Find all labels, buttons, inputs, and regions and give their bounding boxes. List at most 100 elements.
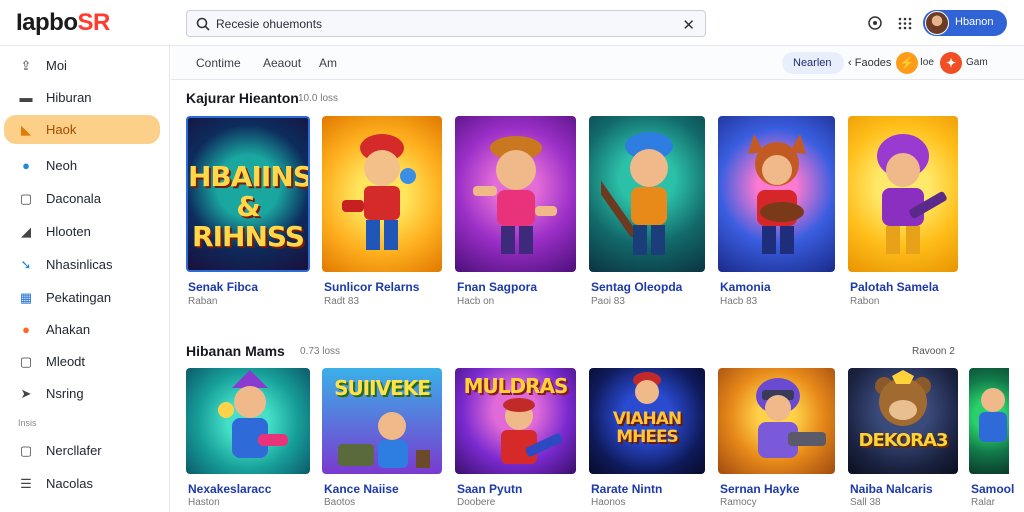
game-art-title: SUIIVEKE [334,376,431,400]
see-all-link[interactable]: Ravoon 2 [912,346,955,357]
game-thumbnail: DEKORA3 [848,368,958,474]
sidebar-item-neoh[interactable]: ● Neoh [4,151,160,180]
game-thumbnail [718,116,835,272]
character-art [979,388,1007,442]
character-art [875,370,931,426]
game-title[interactable]: Saan Pyutn [457,482,522,496]
sidebar-item-pekatingan[interactable]: ▦ Pekatingan [4,283,160,312]
character-art [877,134,947,254]
search-value: Recesie ohuemonts [216,17,323,31]
sidebar-item-haok[interactable]: ◣ Haok [4,115,160,144]
game-art-title: HBAIINS & RIHNSS [188,160,310,253]
folder-icon: ▬ [19,90,33,105]
grid-icon: ▦ [19,290,33,305]
game-thumbnail: MULDRAS [455,368,576,474]
character-art [633,372,661,404]
sidebar: ⇪ Moi ▬ Hiburan ◣ Haok ● Neoh ▢ Daconala… [0,46,170,512]
sidebar-item-ahakan[interactable]: ● Ahakan [4,315,160,344]
document-icon: ▢ [19,191,33,206]
character-art [756,378,826,458]
arrow-icon: ➘ [20,257,32,272]
game-title[interactable]: Rarate Nintn [591,482,662,496]
tab-am[interactable]: Am [319,56,337,70]
pen-icon: ◢ [21,224,31,239]
game-title[interactable]: Senak Fibca [188,280,258,294]
game-title[interactable]: Fnan Sagpora [457,280,537,294]
search-input[interactable]: Recesie ohuemonts ✕ [186,10,706,37]
game-title[interactable]: Kance Naiise [324,482,399,496]
section2-title: Hibanan Mams [186,343,285,359]
game-subtitle: Ramocy [720,497,757,508]
section1-count: 10.0 loss [298,93,339,104]
game-subtitle: Doobere [457,497,496,508]
chat-icon: ▢ [19,354,33,369]
game-subtitle: Haonos [591,497,626,508]
game-thumbnail [186,368,310,474]
filter-nearlen-button[interactable]: Nearlen [782,52,844,74]
character-art [338,412,430,468]
game-subtitle: Ralar [971,497,995,508]
sidebar-item-daconala[interactable]: ▢ Daconala [4,184,160,213]
character-art [501,398,563,464]
game-title[interactable]: Sentag Oleopda [591,280,682,294]
game-subtitle: Raban [188,296,218,307]
game-title[interactable]: Naiba Nalcaris [850,482,933,496]
game-subtitle: Paoi 83 [591,296,625,307]
sidebar-item-hlooten[interactable]: ◢ Hlooten [4,217,160,246]
list-icon: ☰ [20,476,32,491]
section2-count: 0.73 loss [300,346,341,357]
search-icon [196,17,210,31]
game-title[interactable]: Sernan Hayke [720,482,799,496]
clear-search-icon[interactable]: ✕ [682,16,695,34]
user-name: Hbanon [955,16,994,28]
gamepad-icon: ◣ [21,122,31,137]
game-title[interactable]: Nexakeslaracc [188,482,271,496]
game-subtitle: Baotos [324,497,356,508]
character-art [342,134,416,250]
app-logo[interactable]: IapboSR [16,9,110,37]
apps-grid-icon[interactable] [896,14,914,32]
tab-bar: Contime Aeaout Am Nearlen ‹ Faodes ⚡ Ioe… [171,46,1024,80]
notification-icon[interactable] [866,14,884,32]
sidebar-item-mleodt[interactable]: ▢ Mleodt [4,347,160,376]
filter-faodes-button[interactable]: ‹ Faodes [848,52,891,74]
sidebar-item-nsring[interactable]: ➤ Nsring [4,379,160,408]
game-thumbnail: SUIIVEKE [322,368,442,474]
game-title[interactable]: Kamonia [720,280,771,294]
lightning-icon[interactable]: ⚡ [896,52,918,74]
game-thumbnail [322,116,442,272]
upload-icon: ⇪ [20,58,32,73]
top-bar: IapboSR Recesie ohuemonts ✕ Hbanon [0,0,1024,46]
game-subtitle: Hacb on [457,296,495,307]
character-art [218,370,288,458]
send-icon: ➤ [20,386,32,401]
user-menu-button[interactable]: Hbanon [923,10,1007,36]
game-thumbnail: HBAIINS & RIHNSS [186,116,310,272]
sidebar-item-nercllafer[interactable]: ▢ Nercllafer [4,436,160,465]
fire-icon[interactable]: ✦ [940,52,962,74]
flame-icon: ● [22,322,30,337]
sidebar-item-nhasinlicas[interactable]: ➘ Nhasinlicas [4,250,160,279]
game-subtitle: Rabon [850,296,880,307]
game-subtitle: Sall 38 [850,497,881,508]
game-subtitle: Radt 83 [324,296,360,307]
game-title[interactable]: Samool [971,482,1014,496]
game-art-title: MULDRAS [463,374,569,398]
character-art [748,134,806,254]
game-thumbnail [455,116,576,272]
sidebar-item-nacolas[interactable]: ☰ Nacolas [4,469,160,498]
tab-contime[interactable]: Contime [196,56,241,70]
filter-badge1-label: Ioe [920,57,934,68]
tab-aeaout[interactable]: Aeaout [263,56,301,70]
sidebar-item-hiburan[interactable]: ▬ Hiburan [4,83,160,112]
character-art [473,136,557,254]
info-icon: ● [22,158,30,173]
game-title[interactable]: Sunlicor Relarns [324,280,419,294]
sidebar-item-moi[interactable]: ⇪ Moi [4,51,160,80]
game-subtitle: Haston [188,497,220,508]
game-thumbnail [589,116,705,272]
game-thumbnail: VIAHAN MHEES [589,368,705,474]
game-title[interactable]: Palotah Samela [850,280,939,294]
message-icon: ▢ [19,443,33,458]
game-thumbnail [718,368,835,474]
